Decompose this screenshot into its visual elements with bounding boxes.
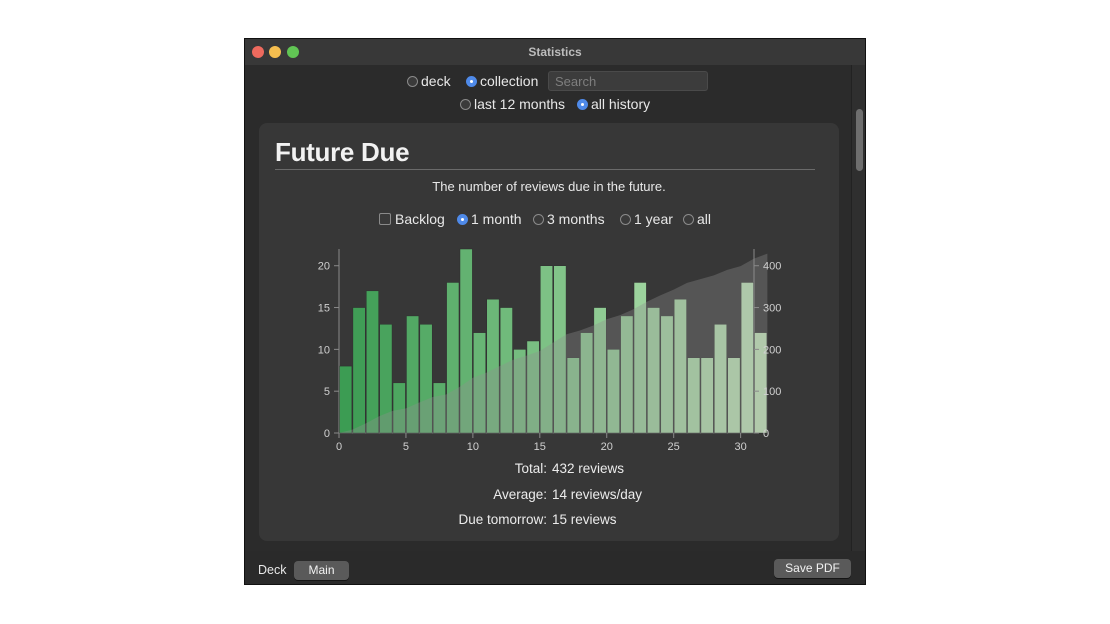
checkbox-backlog-box[interactable] — [379, 213, 391, 225]
future-due-chart: 0510152001002003004000 5 10 15 20 25 30 — [318, 248, 781, 453]
radio-last-12-months-label: last 12 months — [474, 96, 566, 112]
window-title: Statistics — [528, 45, 582, 59]
search-input[interactable] — [548, 71, 708, 91]
y2-tick-label-0: 0 — [763, 428, 769, 440]
card-title: Future Due — [275, 137, 410, 167]
vertical-scrollbar[interactable] — [851, 65, 865, 551]
bar-1 — [352, 307, 366, 434]
deck-label: Deck — [258, 563, 287, 577]
stat-average-label: Average: — [493, 487, 547, 502]
card-divider — [275, 169, 815, 170]
radio-all-history-label: all history — [591, 96, 651, 112]
radio-deck-label: deck — [421, 73, 451, 89]
radio-collection-label: collection — [480, 73, 539, 89]
y2-tick-label-400: 400 — [763, 261, 781, 273]
statistics-window: Statistics deck collection last 12 month… — [244, 38, 866, 585]
stat-due-tomorrow-value: 15 reviews — [552, 512, 617, 527]
title-bar: Statistics — [245, 39, 865, 66]
checkbox-backlog[interactable]: Backlog — [379, 211, 445, 227]
radio-all[interactable]: all — [683, 211, 711, 227]
radio-3-months-label: 3 months — [547, 211, 605, 227]
radio-1-year-dot[interactable] — [620, 213, 631, 225]
x-tick-label-0: 0 — [336, 441, 342, 453]
stat-average-value: 14 reviews/day — [552, 487, 643, 502]
stat-total-value: 432 reviews — [552, 461, 625, 476]
radio-1-month-dot[interactable] — [457, 213, 468, 225]
bar-2 — [366, 290, 379, 434]
card-subtitle: The number of reviews due in the future. — [432, 179, 666, 194]
y2-tick-label-300: 300 — [763, 303, 781, 315]
deck-main-button[interactable]: Main — [294, 561, 349, 580]
scrollbar-thumb[interactable] — [856, 109, 863, 171]
radio-3-months[interactable]: 3 months — [533, 211, 605, 227]
y2-tick-label-100: 100 — [763, 386, 781, 398]
y2-tick-label-200: 200 — [763, 344, 781, 356]
stats-content: deck collection last 12 months all histo… — [245, 65, 853, 551]
radio-all-label: all — [697, 211, 712, 227]
x-tick-label-15: 15 — [534, 441, 546, 453]
x-tick-label-10: 10 — [467, 441, 479, 453]
x-tick-label-25: 25 — [668, 441, 680, 453]
radio-all-history[interactable]: all history — [577, 96, 650, 112]
save-pdf-button[interactable]: Save PDF — [774, 559, 851, 578]
bottom-bar: Deck Main Save PDF — [245, 551, 865, 584]
checkbox-backlog-label: Backlog — [395, 211, 445, 227]
stat-total-label: Total: — [514, 461, 547, 476]
radio-3-months-dot[interactable] — [533, 213, 544, 225]
future-due-card: Future Due The number of reviews due in … — [259, 123, 839, 541]
bar-0 — [339, 365, 353, 434]
radio-collection-dot[interactable] — [466, 75, 477, 87]
y-tick-label-5: 5 — [324, 386, 330, 398]
y-tick-label-10: 10 — [318, 344, 330, 356]
radio-deck-dot[interactable] — [407, 75, 418, 87]
x-tick-label-5: 5 — [403, 441, 409, 453]
radio-all-dot[interactable] — [683, 213, 694, 225]
x-tick-label-30: 30 — [734, 441, 746, 453]
radio-all-history-dot[interactable] — [577, 98, 588, 110]
radio-1-month-label: 1 month — [471, 211, 522, 227]
radio-last-12-months[interactable]: last 12 months — [460, 96, 565, 112]
x-tick-label-20: 20 — [601, 441, 613, 453]
y-tick-label-0: 0 — [324, 428, 330, 440]
radio-1-month[interactable]: 1 month — [457, 211, 522, 227]
stat-due-tomorrow-label: Due tomorrow: — [458, 512, 547, 527]
y-tick-label-15: 15 — [318, 303, 330, 315]
radio-collection[interactable]: collection — [466, 73, 538, 89]
y-tick-label-20: 20 — [318, 261, 330, 273]
radio-1-year-label: 1 year — [634, 211, 673, 227]
radio-deck[interactable]: deck — [407, 73, 451, 89]
radio-last-12-months-dot[interactable] — [460, 98, 471, 110]
radio-1-year[interactable]: 1 year — [620, 211, 673, 227]
